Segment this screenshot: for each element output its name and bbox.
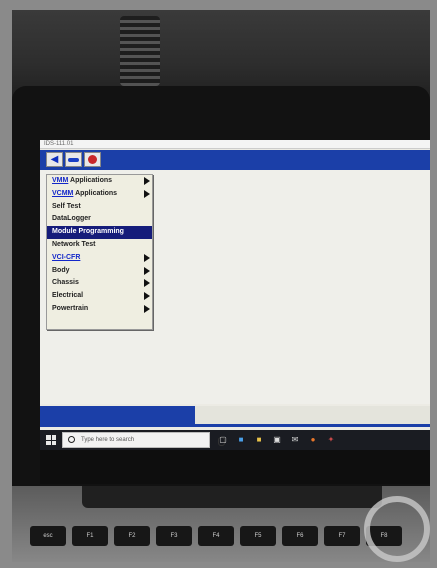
menu-item-datalogger[interactable]: DataLogger bbox=[47, 213, 152, 226]
menu-item-link-label[interactable]: VCMM bbox=[52, 190, 73, 197]
back-arrow-icon: ◀ bbox=[50, 154, 59, 165]
menu-item-self-test[interactable]: Self Test bbox=[47, 201, 152, 214]
menu-item-module-programming[interactable]: Module Programming bbox=[47, 226, 152, 239]
menu-item-chassis[interactable]: Chassis bbox=[47, 277, 152, 290]
menu-item-body[interactable]: Body bbox=[47, 265, 152, 278]
menu-item-link-label[interactable]: VMM bbox=[52, 177, 68, 184]
menu-item-vci-cfr[interactable]: VCI-CFR bbox=[47, 252, 152, 265]
edge-icon[interactable]: ■ bbox=[236, 435, 246, 445]
menu-item-label: Electrical bbox=[52, 292, 84, 300]
laptop-screen: IDS-111.01 ◀ VMM Applications VCMM Appli… bbox=[40, 140, 430, 484]
search-placeholder: Type here to search bbox=[81, 437, 135, 443]
menu-item-label: DataLogger bbox=[52, 215, 91, 223]
task-view-icon[interactable]: ▢ bbox=[218, 435, 228, 445]
camera-lens-ring bbox=[364, 496, 430, 562]
submenu-arrow-icon bbox=[144, 189, 150, 198]
firefox-icon[interactable]: ● bbox=[308, 435, 318, 445]
status-divider bbox=[40, 424, 430, 427]
submenu-arrow-icon bbox=[144, 279, 150, 288]
window-titlebar: IDS-111.01 bbox=[40, 140, 430, 149]
ids-app-icon[interactable]: ✦ bbox=[326, 435, 336, 445]
vehicle-button[interactable] bbox=[65, 152, 82, 167]
screen-bottom-bezel bbox=[40, 450, 430, 484]
menu-item-label: Network Test bbox=[52, 240, 96, 248]
laptop-bezel: IDS-111.01 ◀ VMM Applications VCMM Appli… bbox=[12, 86, 430, 486]
air-vent bbox=[120, 16, 160, 86]
key-f3[interactable]: F3 bbox=[156, 526, 192, 546]
menu-item-label: Module Programming bbox=[52, 228, 124, 236]
menu-item-network-test[interactable]: Network Test bbox=[47, 239, 152, 252]
submenu-arrow-icon bbox=[144, 292, 150, 301]
key-f4[interactable]: F4 bbox=[198, 526, 234, 546]
status-bar bbox=[40, 406, 430, 424]
workspace-area: VMM Applications VCMM Applications Self … bbox=[40, 170, 430, 404]
key-f7[interactable]: F7 bbox=[324, 526, 360, 546]
vehicle-icon bbox=[68, 157, 79, 162]
photo-frame: IDS-111.01 ◀ VMM Applications VCMM Appli… bbox=[12, 10, 430, 562]
laptop-hinge bbox=[82, 486, 382, 508]
app-toolbar: ◀ bbox=[40, 150, 430, 170]
window-title: IDS-111.01 bbox=[44, 141, 74, 147]
back-arrow-button[interactable]: ◀ bbox=[46, 152, 63, 167]
file-explorer-icon[interactable]: ■ bbox=[254, 435, 264, 445]
status-bar-segment bbox=[40, 406, 195, 424]
submenu-arrow-icon bbox=[144, 304, 150, 313]
menu-item-label: Self Test bbox=[52, 202, 81, 210]
taskbar-search-input[interactable]: Type here to search bbox=[62, 432, 225, 448]
key-f2[interactable]: F2 bbox=[114, 526, 150, 546]
menu-item-link-label[interactable]: VCI-CFR bbox=[52, 254, 80, 261]
menu-item-vcmm-applications[interactable]: VCMM Applications bbox=[47, 188, 152, 201]
key-f5[interactable]: F5 bbox=[240, 526, 276, 546]
menu-item-label: Applications bbox=[68, 177, 113, 184]
main-menu: VMM Applications VCMM Applications Self … bbox=[46, 174, 153, 330]
mail-icon[interactable]: ✉ bbox=[290, 435, 300, 445]
menu-item-label: Body bbox=[52, 266, 70, 274]
cortana-circle-icon bbox=[68, 436, 75, 443]
submenu-arrow-icon bbox=[144, 177, 150, 185]
menu-item-powertrain[interactable]: Powertrain bbox=[47, 303, 152, 316]
menu-item-electrical[interactable]: Electrical bbox=[47, 290, 152, 303]
submenu-arrow-icon bbox=[144, 266, 150, 275]
ladybug-icon bbox=[88, 155, 97, 164]
windows-start-icon[interactable] bbox=[46, 435, 56, 445]
menu-item-label: Powertrain bbox=[52, 304, 89, 312]
windows-taskbar: Type here to search ▢ ■ ■ ▣ ✉ ● ✦ bbox=[40, 430, 430, 450]
ladybug-button[interactable] bbox=[84, 152, 101, 167]
menu-item-label: Applications bbox=[73, 189, 118, 197]
submenu-arrow-icon bbox=[144, 253, 150, 262]
store-icon[interactable]: ▣ bbox=[272, 435, 282, 445]
menu-item-vmm-applications[interactable]: VMM Applications bbox=[47, 175, 152, 188]
key-f6[interactable]: F6 bbox=[282, 526, 318, 546]
key-esc[interactable]: esc bbox=[30, 526, 66, 546]
key-f1[interactable]: F1 bbox=[72, 526, 108, 546]
menu-item-label: Chassis bbox=[52, 279, 79, 287]
